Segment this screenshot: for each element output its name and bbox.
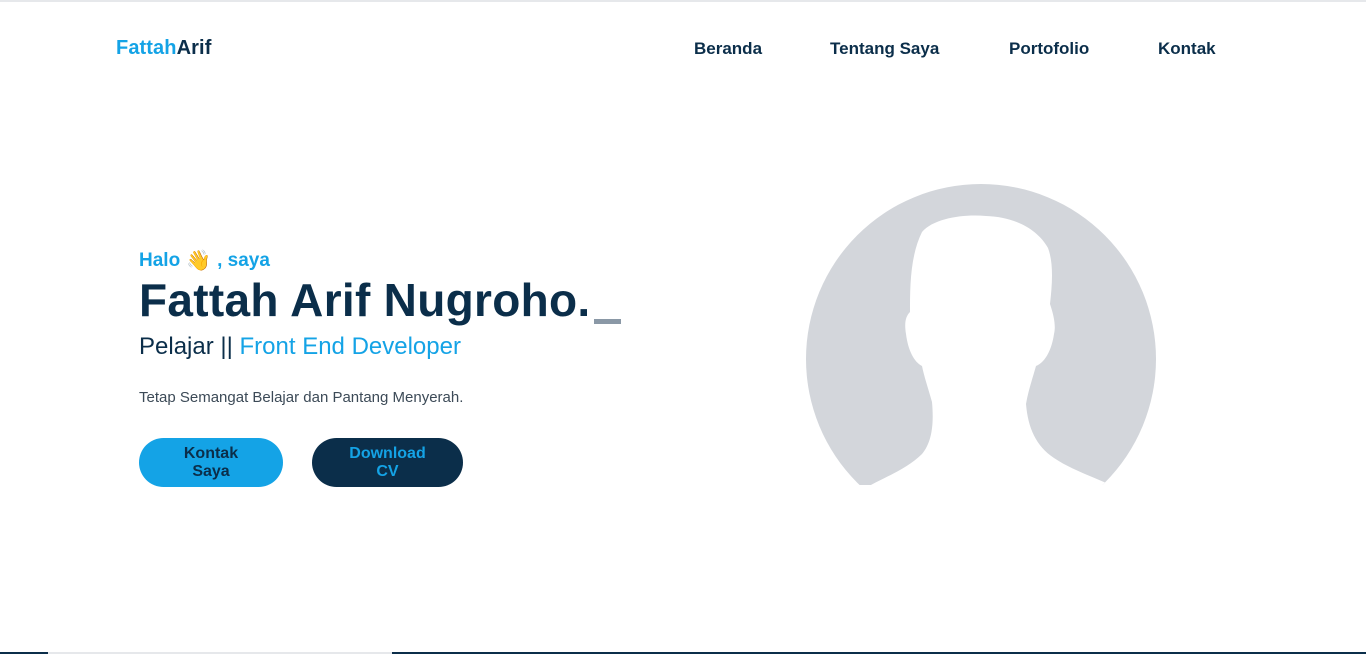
role-prefix: Pelajar || xyxy=(139,333,240,360)
hero-section: Halo 👋 , saya Fattah Arif Nugroho. Pelaj… xyxy=(139,248,622,487)
person-silhouette-icon xyxy=(862,215,1122,496)
profile-avatar xyxy=(806,184,1156,534)
nav-link-tentang-saya[interactable]: Tentang Saya xyxy=(830,39,1009,59)
hero-actions: Kontak Saya Download CV xyxy=(139,438,621,487)
nav-item-beranda: Beranda xyxy=(694,39,830,59)
download-cv-button[interactable]: Download CV xyxy=(312,438,463,487)
nav-link-portofolio[interactable]: Portofolio xyxy=(1009,39,1158,59)
greeting: Halo 👋 , saya xyxy=(139,248,621,274)
nav-link-kontak[interactable]: Kontak xyxy=(1158,39,1216,59)
navbar: FattahArif Beranda Tentang Saya Portofol… xyxy=(0,2,1366,96)
nav-link-beranda[interactable]: Beranda xyxy=(694,39,830,59)
role-highlight: Front End Developer xyxy=(239,333,461,360)
hero-role: Pelajar || Front End Developer xyxy=(139,332,621,362)
greeting-start: Halo xyxy=(139,250,181,271)
waving-hand-icon: 👋 xyxy=(186,250,212,272)
hero-tagline: Tetap Semangat Belajar dan Pantang Menye… xyxy=(139,389,464,406)
name-row: Fattah Arif Nugroho. xyxy=(139,274,622,326)
logo-first: Fattah xyxy=(116,37,177,59)
contact-me-button[interactable]: Kontak Saya xyxy=(139,438,283,487)
greeting-end: , saya xyxy=(217,250,270,271)
nav-menu: Beranda Tentang Saya Portofolio Kontak xyxy=(694,39,1216,59)
nav-item-tentang-saya: Tentang Saya xyxy=(830,39,1009,59)
logo-link[interactable]: FattahArif xyxy=(116,37,211,60)
typing-cursor xyxy=(594,319,622,324)
nav-item-portofolio: Portofolio xyxy=(1009,39,1158,59)
logo-last: Arif xyxy=(176,37,212,59)
nav-item-kontak: Kontak xyxy=(1158,39,1216,59)
page: FattahArif Beranda Tentang Saya Portofol… xyxy=(0,0,1366,654)
hero-name: Fattah Arif Nugroho. xyxy=(139,274,591,326)
avatar-bottom-cut xyxy=(780,485,1200,555)
